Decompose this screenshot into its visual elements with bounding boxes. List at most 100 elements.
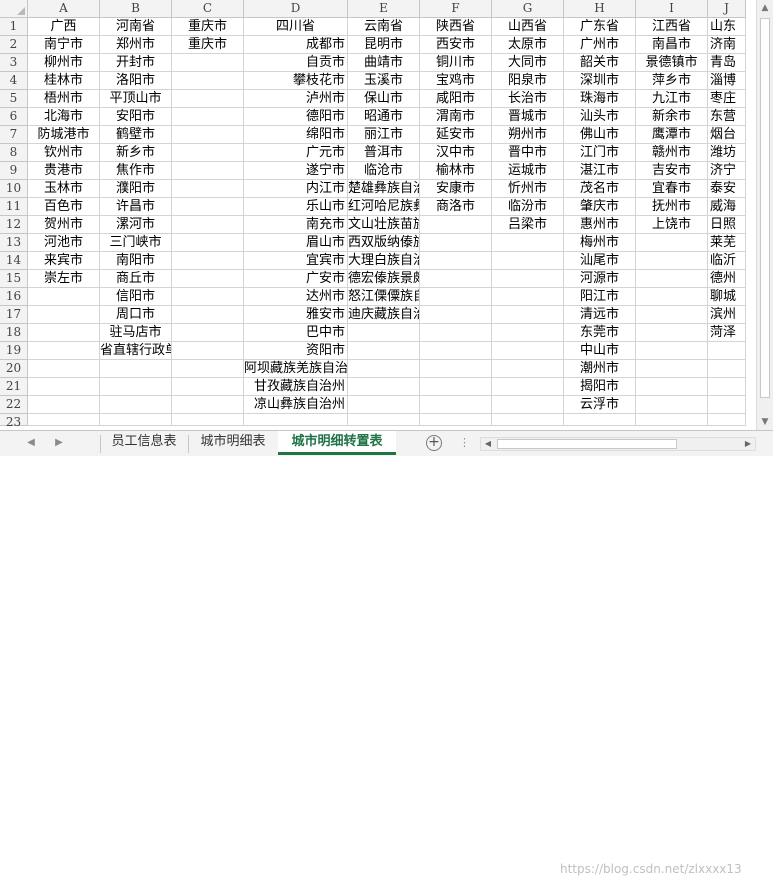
table-cell[interactable]: 南阳市 xyxy=(100,252,172,270)
table-cell[interactable] xyxy=(636,234,708,252)
table-cell[interactable] xyxy=(564,414,636,426)
header-cell[interactable]: 广西 xyxy=(28,18,100,36)
row-header[interactable]: 10 xyxy=(0,180,28,198)
table-cell[interactable]: 梅州市 xyxy=(564,234,636,252)
table-cell[interactable]: 北海市 xyxy=(28,108,100,126)
row-header[interactable]: 4 xyxy=(0,72,28,90)
table-cell[interactable]: 东莞市 xyxy=(564,324,636,342)
row-header[interactable]: 5 xyxy=(0,90,28,108)
table-cell[interactable]: 忻州市 xyxy=(492,180,564,198)
table-cell[interactable]: 自贡市 xyxy=(244,54,348,72)
header-cell[interactable]: 广东省 xyxy=(564,18,636,36)
table-cell[interactable]: 吕梁市 xyxy=(492,216,564,234)
table-cell[interactable]: 普洱市 xyxy=(348,144,420,162)
table-cell[interactable]: 梧州市 xyxy=(28,90,100,108)
table-cell[interactable] xyxy=(100,396,172,414)
table-cell[interactable]: 开封市 xyxy=(100,54,172,72)
column-header-a[interactable]: A xyxy=(28,0,100,18)
add-sheet-icon[interactable]: + xyxy=(426,435,442,451)
table-cell[interactable]: 内江市 xyxy=(244,180,348,198)
table-cell[interactable] xyxy=(172,378,244,396)
table-cell[interactable] xyxy=(636,342,708,360)
table-cell[interactable]: 吉安市 xyxy=(636,162,708,180)
table-cell[interactable]: 达州市 xyxy=(244,288,348,306)
table-cell[interactable] xyxy=(492,252,564,270)
table-cell[interactable] xyxy=(636,252,708,270)
table-cell[interactable] xyxy=(636,360,708,378)
table-cell[interactable] xyxy=(172,108,244,126)
table-cell[interactable]: 咸阳市 xyxy=(420,90,492,108)
table-cell[interactable]: 濮阳市 xyxy=(100,180,172,198)
table-cell[interactable] xyxy=(172,234,244,252)
table-cell[interactable] xyxy=(636,378,708,396)
table-cell[interactable] xyxy=(244,414,348,426)
table-cell[interactable] xyxy=(636,414,708,426)
table-cell[interactable]: 临汾市 xyxy=(492,198,564,216)
table-cell[interactable] xyxy=(492,378,564,396)
table-cell[interactable]: 昆明市 xyxy=(348,36,420,54)
table-cell[interactable] xyxy=(420,252,492,270)
table-cell[interactable] xyxy=(492,342,564,360)
table-cell[interactable]: 信阳市 xyxy=(100,288,172,306)
table-cell[interactable] xyxy=(172,126,244,144)
table-cell[interactable]: 德阳市 xyxy=(244,108,348,126)
table-cell[interactable] xyxy=(348,360,420,378)
table-cell[interactable]: 枣庄 xyxy=(708,90,746,108)
table-cell[interactable] xyxy=(420,396,492,414)
table-cell[interactable] xyxy=(636,324,708,342)
table-cell[interactable]: 中山市 xyxy=(564,342,636,360)
row-header[interactable]: 7 xyxy=(0,126,28,144)
row-header[interactable]: 2 xyxy=(0,36,28,54)
table-cell[interactable] xyxy=(420,234,492,252)
table-cell[interactable]: 汉中市 xyxy=(420,144,492,162)
row-header[interactable]: 12 xyxy=(0,216,28,234)
table-cell[interactable]: 保山市 xyxy=(348,90,420,108)
table-cell[interactable] xyxy=(28,396,100,414)
table-cell[interactable] xyxy=(172,396,244,414)
table-cell[interactable] xyxy=(172,252,244,270)
table-cell[interactable]: 济南 xyxy=(708,36,746,54)
table-cell[interactable]: 九江市 xyxy=(636,90,708,108)
table-cell[interactable]: 驻马店市 xyxy=(100,324,172,342)
table-cell[interactable]: 延安市 xyxy=(420,126,492,144)
table-cell[interactable]: 渭南市 xyxy=(420,108,492,126)
table-cell[interactable]: 郑州市 xyxy=(100,36,172,54)
table-cell[interactable] xyxy=(636,306,708,324)
scroll-up-arrow-icon[interactable]: ▲ xyxy=(757,0,773,16)
table-cell[interactable]: 广安市 xyxy=(244,270,348,288)
table-cell[interactable]: 泰安 xyxy=(708,180,746,198)
row-header[interactable]: 17 xyxy=(0,306,28,324)
table-cell[interactable]: 洛阳市 xyxy=(100,72,172,90)
table-cell[interactable]: 怒江傈僳族自治州 xyxy=(348,288,420,306)
table-cell[interactable]: 汕头市 xyxy=(564,108,636,126)
table-cell[interactable]: 清远市 xyxy=(564,306,636,324)
table-cell[interactable] xyxy=(420,216,492,234)
table-cell[interactable] xyxy=(348,396,420,414)
row-header[interactable]: 19 xyxy=(0,342,28,360)
table-cell[interactable] xyxy=(420,270,492,288)
table-cell[interactable] xyxy=(28,324,100,342)
table-cell[interactable]: 资阳市 xyxy=(244,342,348,360)
table-cell[interactable]: 滨州 xyxy=(708,306,746,324)
table-cell[interactable] xyxy=(172,180,244,198)
column-header-b[interactable]: B xyxy=(100,0,172,18)
table-cell[interactable]: 萍乡市 xyxy=(636,72,708,90)
table-cell[interactable] xyxy=(636,396,708,414)
table-cell[interactable] xyxy=(100,414,172,426)
table-cell[interactable]: 柳州市 xyxy=(28,54,100,72)
header-cell[interactable]: 陕西省 xyxy=(420,18,492,36)
prev-sheet-arrow-icon[interactable]: ◀ xyxy=(24,436,38,450)
table-cell[interactable]: 崇左市 xyxy=(28,270,100,288)
table-cell[interactable] xyxy=(172,72,244,90)
table-cell[interactable] xyxy=(492,396,564,414)
table-cell[interactable] xyxy=(708,378,746,396)
table-cell[interactable] xyxy=(708,360,746,378)
table-cell[interactable]: 景德镇市 xyxy=(636,54,708,72)
table-cell[interactable] xyxy=(348,342,420,360)
table-cell[interactable]: 省直辖行政单位 xyxy=(100,342,172,360)
table-cell[interactable] xyxy=(420,288,492,306)
table-cell[interactable]: 上饶市 xyxy=(636,216,708,234)
table-cell[interactable] xyxy=(492,306,564,324)
table-cell[interactable]: 潮州市 xyxy=(564,360,636,378)
table-cell[interactable] xyxy=(172,162,244,180)
